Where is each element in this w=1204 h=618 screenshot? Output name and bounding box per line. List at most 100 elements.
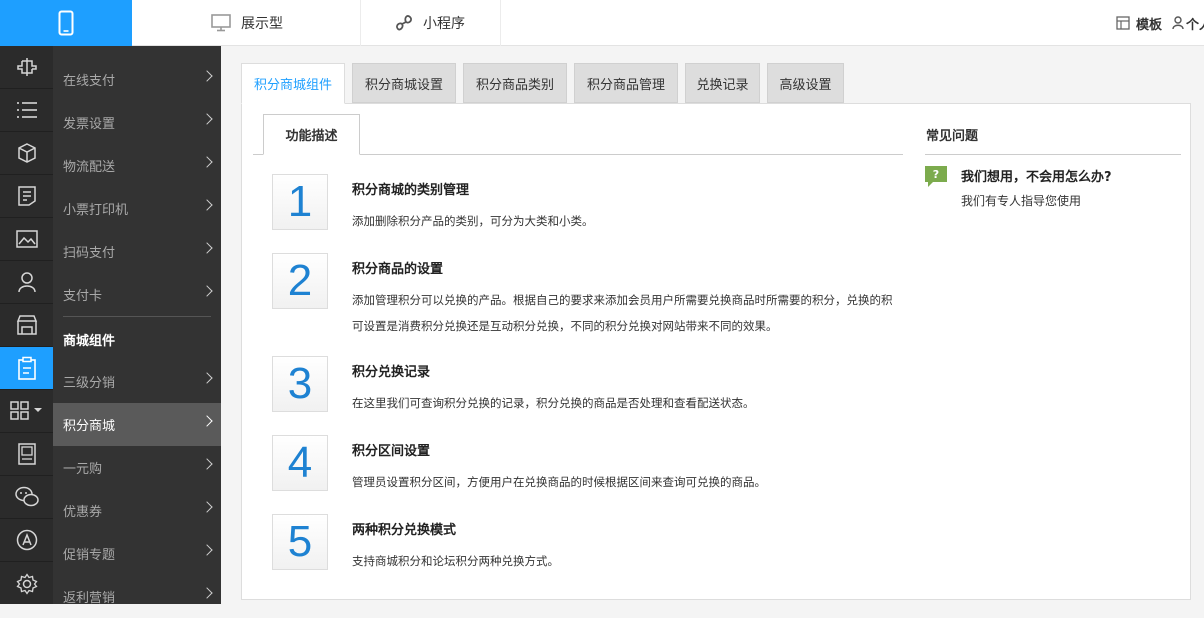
faq-box: 常见问题 ? 我们想用，不会用怎么办? 我们有专人指导您使用	[925, 114, 1181, 208]
feature-number: 2	[272, 253, 328, 309]
menu-item-label: 发票设置	[63, 117, 116, 132]
faq-question[interactable]: 我们想用，不会用怎么办?	[961, 166, 1112, 185]
chevron-right-icon	[201, 113, 213, 125]
feature-description: 添加管理积分可以兑换的产品。根据自己的要求来添加会员用户所需要兑换商品时所需要的…	[352, 287, 912, 339]
tab-points-product-category[interactable]: 积分商品类别	[463, 63, 567, 103]
feature-title: 积分兑换记录	[352, 365, 431, 380]
feature-title: 积分商城的类别管理	[352, 183, 470, 198]
feature-description: 在这里我们可查询积分兑换的记录，积分兑换的商品是否处理和查看配送状态。	[352, 390, 912, 416]
tab-label: 积分商城组件	[253, 78, 332, 93]
feature-desc-line: 可设置是消费积分兑换还是互动积分兑换，不同的积分兑换对网站带来不同的效果。	[352, 319, 778, 333]
menu-item-label: 三级分销	[63, 376, 116, 391]
feature-desc-line: 在这里我们可查询积分兑换的记录，积分兑换的商品是否处理和查看配送状态。	[352, 396, 755, 410]
feature-number: 5	[272, 514, 328, 570]
tab-display-type-label: 展示型	[241, 16, 283, 32]
tab-points-mall-settings[interactable]: 积分商城设置	[352, 63, 456, 103]
menu-item-coupons[interactable]: 优惠券	[53, 489, 221, 532]
template-link[interactable]: 模板	[1116, 0, 1162, 46]
menu-item-label: 积分商城	[63, 419, 116, 434]
document-icon[interactable]	[0, 175, 53, 218]
menu-section-label: 商城组件	[63, 334, 116, 349]
clipboard-icon[interactable]	[0, 347, 53, 390]
subtab-feature-description[interactable]: 功能描述	[263, 114, 360, 155]
menu-item-scan-pay[interactable]: 扫码支付	[53, 230, 221, 273]
grid-icon[interactable]	[0, 390, 53, 433]
feature-title: 积分区间设置	[352, 444, 431, 459]
tab-advanced-settings[interactable]: 高级设置	[767, 63, 844, 103]
menu-item-receipt-printer[interactable]: 小票打印机	[53, 187, 221, 230]
feature-desc-line: 管理员设置积分区间，方便用户在兑换商品的时候根据区间来查询可兑换的商品。	[352, 475, 766, 489]
feature-description: 支持商城积分和论坛积分两种兑换方式。	[352, 548, 912, 574]
cube-icon[interactable]	[0, 132, 53, 175]
settings-icon[interactable]	[0, 562, 53, 605]
user-icon[interactable]	[0, 261, 53, 304]
tab-label: 积分商品类别	[475, 77, 554, 93]
menu-item-label: 扫码支付	[63, 246, 116, 261]
chevron-right-icon	[201, 242, 213, 254]
chevron-right-icon	[201, 544, 213, 556]
feature-item: 2 积分商品的设置 添加管理积分可以兑换的产品。根据自己的要求来添加会员用户所需…	[272, 253, 922, 333]
tab-points-product-management[interactable]: 积分商品管理	[574, 63, 678, 103]
feature-item: 5 两种积分兑换模式 支持商城积分和论坛积分两种兑换方式。	[272, 514, 922, 574]
tab-points-mall-component[interactable]: 积分商城组件	[241, 63, 345, 104]
top-bar: 展示型 小程序 模板 个人	[0, 0, 1204, 46]
sub-tabs: 功能描述	[253, 114, 903, 155]
user-link[interactable]: 个人	[1172, 0, 1204, 46]
menu-item-rebate-marketing[interactable]: 返利营销	[53, 575, 221, 618]
menu-item-label: 支付卡	[63, 289, 103, 304]
menu-item-label: 小票打印机	[63, 203, 129, 218]
content-panel: 功能描述 1 积分商城的类别管理 添加删除积分产品的类别，可分为大类和小类。 2…	[241, 103, 1191, 600]
feature-number: 1	[272, 174, 328, 230]
chevron-right-icon	[201, 415, 213, 427]
feature-number: 4	[272, 435, 328, 491]
app-store-icon[interactable]	[0, 519, 53, 562]
menu-item-one-yuan-buy[interactable]: 一元购	[53, 446, 221, 489]
menu-item-label: 一元购	[63, 462, 103, 477]
faq-title: 常见问题	[925, 114, 1181, 155]
plugin-icon[interactable]	[0, 46, 53, 89]
list-icon[interactable]	[0, 89, 53, 132]
chevron-right-icon	[201, 372, 213, 384]
menu-item-online-payment[interactable]: 在线支付	[53, 58, 221, 101]
page-icon[interactable]	[0, 433, 53, 476]
feature-title: 两种积分兑换模式	[352, 523, 457, 538]
image-icon[interactable]	[0, 218, 53, 261]
feature-item: 1 积分商城的类别管理 添加删除积分产品的类别，可分为大类和小类。	[272, 174, 922, 234]
chevron-right-icon	[201, 199, 213, 211]
store-icon[interactable]	[0, 304, 53, 347]
mobile-icon[interactable]	[0, 0, 132, 46]
user-label: 个人	[1186, 17, 1204, 33]
chevron-right-icon	[201, 70, 213, 82]
menu-section-mall-components: 商城组件	[53, 318, 221, 361]
monitor-icon	[211, 14, 231, 32]
menu-item-three-level-distribution[interactable]: 三级分销	[53, 360, 221, 403]
menu-item-pay-card[interactable]: 支付卡	[53, 273, 221, 316]
menu-item-promotion-topic[interactable]: 促销专题	[53, 532, 221, 575]
feature-item: 3 积分兑换记录 在这里我们可查询积分兑换的记录，积分兑换的商品是否处理和查看配…	[272, 356, 922, 416]
menu-item-invoice[interactable]: 发票设置	[53, 101, 221, 144]
chevron-right-icon	[201, 285, 213, 297]
faq-answer: 我们有专人指导您使用	[961, 194, 1082, 208]
feature-title: 积分商品的设置	[352, 262, 444, 277]
menu-item-logistics[interactable]: 物流配送	[53, 144, 221, 187]
sub-menu: 在线支付 发票设置 物流配送 小票打印机 扫码支付 支付卡 商城组件 三级分销 …	[53, 46, 221, 606]
feature-description: 管理员设置积分区间，方便用户在兑换商品的时候根据区间来查询可兑换的商品。	[352, 469, 912, 495]
menu-item-label: 返利营销	[63, 591, 116, 606]
question-icon: ?	[925, 166, 947, 187]
feature-item: 4 积分区间设置 管理员设置积分区间，方便用户在兑换商品的时候根据区间来查询可兑…	[272, 435, 922, 495]
tab-display-type[interactable]: 展示型	[132, 0, 361, 46]
mini-program-icon	[396, 15, 412, 31]
tab-exchange-records[interactable]: 兑换记录	[685, 63, 760, 103]
tab-mini-program[interactable]: 小程序	[361, 0, 501, 46]
wechat-icon[interactable]	[0, 476, 53, 519]
chevron-right-icon	[201, 458, 213, 470]
tab-mini-program-label: 小程序	[423, 16, 465, 32]
tab-label: 积分商品管理	[586, 77, 665, 93]
tab-label: 高级设置	[779, 77, 832, 93]
menu-item-points-mall[interactable]: 积分商城	[53, 403, 221, 446]
tab-label: 积分商城设置	[364, 77, 443, 93]
template-label: 模板	[1136, 17, 1163, 33]
menu-item-label: 物流配送	[63, 160, 116, 175]
chevron-right-icon	[201, 156, 213, 168]
menu-item-label: 在线支付	[63, 74, 116, 89]
